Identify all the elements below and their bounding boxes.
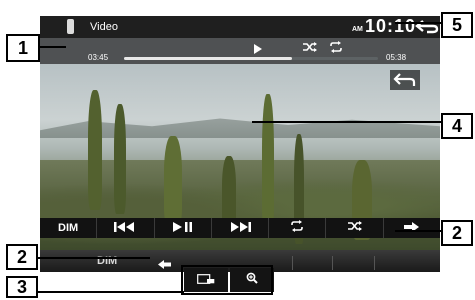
clock-ampm: AM <box>352 26 363 33</box>
video-plant <box>114 104 126 214</box>
callout-2b-leader <box>395 230 443 232</box>
arrow-right-icon <box>403 219 420 237</box>
time-total: 05:38 <box>386 53 407 62</box>
skip-previous-icon <box>114 219 136 237</box>
callout-2b: 2 <box>441 220 473 246</box>
shuffle-button[interactable] <box>326 218 384 238</box>
head-unit-screen: Video AM 10:10 03:45 05:38 DIM DIM 1 5 4… <box>0 0 475 300</box>
play-pause-icon <box>172 219 193 237</box>
repeat-icon <box>289 219 305 237</box>
previous-track-button[interactable] <box>97 218 155 238</box>
callout-3-leader <box>38 291 184 293</box>
info-bar: 03:45 05:38 <box>40 38 440 64</box>
callout-4: 4 <box>441 113 473 139</box>
callout-4-leader <box>252 121 442 123</box>
callout-5: 5 <box>441 12 473 38</box>
control-bar: DIM <box>40 218 440 238</box>
repeat-button[interactable] <box>269 218 327 238</box>
repeat-icon <box>328 40 344 58</box>
dim-button[interactable]: DIM <box>40 218 98 238</box>
progress-fill <box>124 57 292 60</box>
next-track-button[interactable] <box>212 218 270 238</box>
callout-2a-leader <box>38 257 150 259</box>
status-bar: Video AM 10:10 <box>40 16 440 38</box>
callout-2a: 2 <box>6 244 38 270</box>
video-plant <box>262 94 274 234</box>
callout-1: 1 <box>6 34 40 62</box>
lower-divider <box>374 256 375 270</box>
arrow-left-icon[interactable] <box>158 256 172 274</box>
phone-icon <box>67 19 74 34</box>
play-pause-button[interactable] <box>155 218 212 238</box>
callout-3: 3 <box>6 276 38 298</box>
time-elapsed: 03:45 <box>88 53 109 62</box>
dim-label: DIM <box>58 222 79 234</box>
source-label: Video <box>90 21 118 33</box>
clock: 10:10 <box>365 16 417 36</box>
callout-1-leader <box>38 46 66 48</box>
video-plant <box>88 90 102 210</box>
shuffle-icon <box>347 219 363 237</box>
video-plant <box>164 136 182 226</box>
lower-divider <box>292 256 293 270</box>
progress-bar[interactable] <box>124 57 378 60</box>
next-page-button[interactable] <box>384 218 440 238</box>
back-button-partial[interactable] <box>390 70 420 90</box>
skip-next-icon <box>229 219 251 237</box>
callout-3-frame <box>181 265 273 295</box>
shuffle-icon <box>302 40 318 58</box>
lower-divider <box>332 256 333 270</box>
callout-5-leader <box>395 22 443 24</box>
